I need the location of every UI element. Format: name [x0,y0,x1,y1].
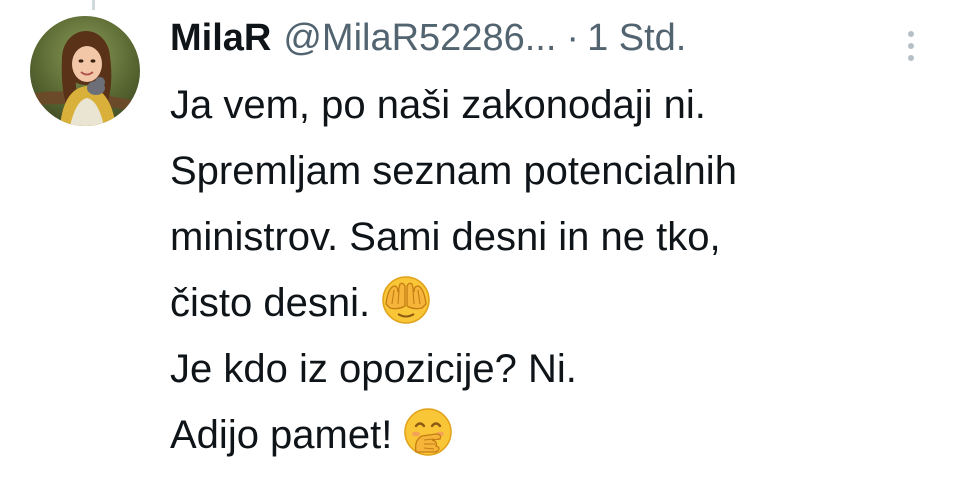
tweet-header: MilaR @MilaR52286... · 1 Std. [170,12,686,64]
tweet-text-line: ministrov. Sami desni in ne tko, [170,215,721,259]
face-with-hands-over-eyes-icon [382,276,430,324]
tweet-text-line: čisto desni. [170,270,950,336]
tweet-text-line: Ja vem, po naši zakonodaji ni. [170,83,706,127]
timestamp[interactable]: 1 Std. [587,17,686,60]
tweet-text: Ja vem, po naši zakonodaji ni. Spremljam… [170,72,950,468]
more-options-button[interactable] [903,26,919,66]
avatar-image [30,16,140,126]
display-name[interactable]: MilaR [170,17,271,60]
user-handle[interactable]: @MilaR52286... [283,17,556,60]
tweet-text-line: Spremljam seznam potencialnih [170,149,737,193]
face-with-hand-over-mouth-icon [404,408,453,456]
tweet-text-line: Adijo pamet! [170,402,950,468]
tweet[interactable]: MilaR @MilaR52286... · 1 Std. Ja vem, po… [0,0,968,504]
tweet-text-line: Je kdo iz opozicije? Ni. [170,347,577,391]
header-separator: · [566,16,580,59]
avatar[interactable] [30,16,140,126]
more-vertical-icon [908,31,914,61]
